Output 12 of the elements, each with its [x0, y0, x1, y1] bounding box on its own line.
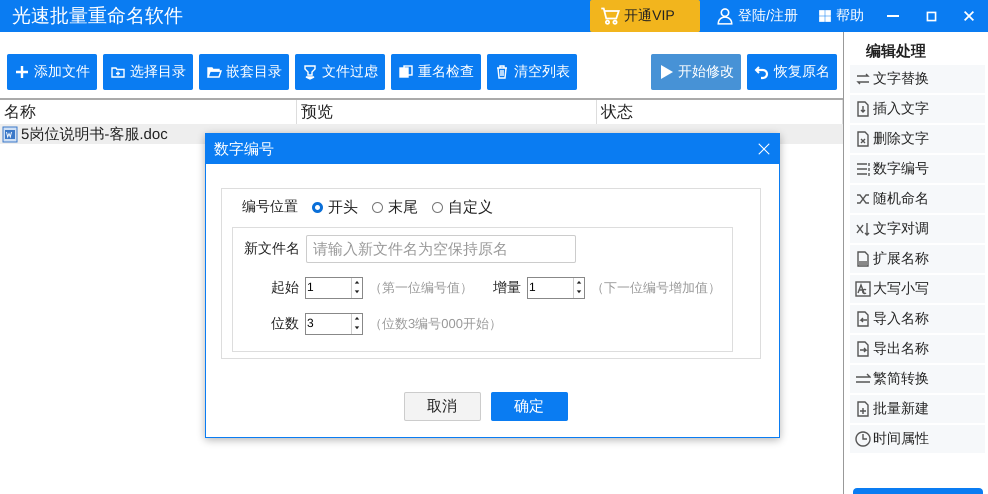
file-name: 5岗位说明书-客服.doc: [21, 124, 168, 144]
hint-text: （第一位编号值）: [369, 279, 473, 297]
app-title: 光速批量重命名软件: [12, 5, 184, 29]
hint-text: （下一位编号增加值）: [591, 279, 721, 297]
field-label: 编号位置: [242, 198, 298, 216]
field-label: 增量: [493, 279, 521, 297]
dialog-title: 数字编号: [214, 140, 274, 158]
field-label: 起始: [271, 279, 299, 297]
panel-title: 编辑处理: [864, 42, 927, 62]
hint-text: （位数3编号000开始）: [369, 315, 502, 333]
field-label: 位数: [271, 315, 299, 333]
field-label: 新文件名: [244, 240, 300, 258]
